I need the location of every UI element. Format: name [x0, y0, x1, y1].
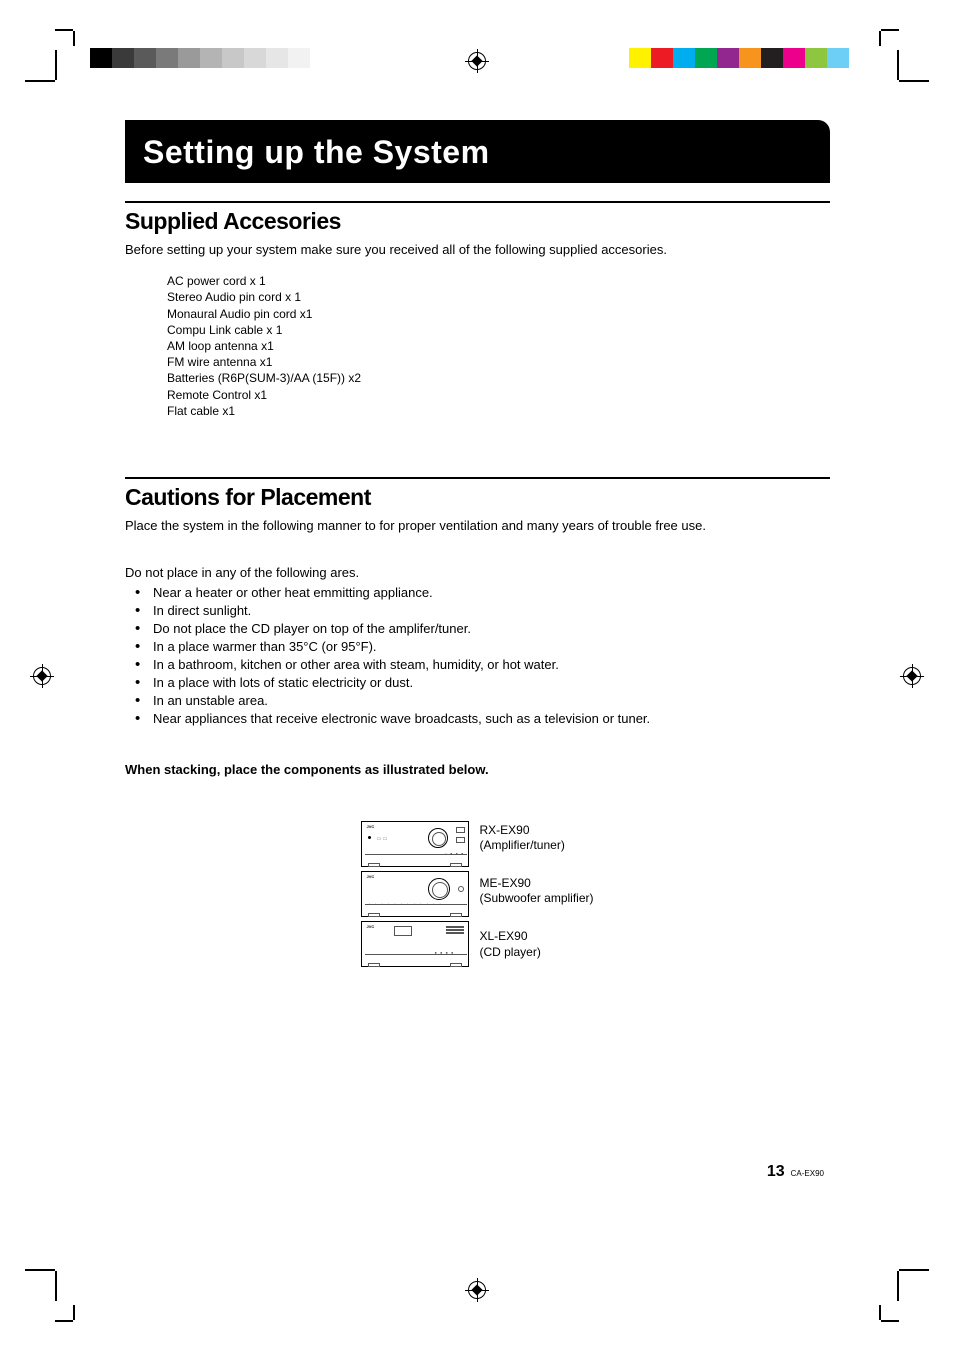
caution-bullet: In a place warmer than 35°C (or 95°F). — [125, 638, 830, 656]
page-content: Setting up the System Supplied Accesorie… — [125, 120, 830, 982]
swatch — [783, 48, 805, 68]
cautions-bullet-list: Near a heater or other heat emmitting ap… — [125, 584, 830, 728]
component-labels: RX-EX90(Amplifier/tuner) ME-EX90(Subwoofe… — [479, 821, 593, 983]
swatch — [112, 48, 134, 68]
accessory-item: Remote Control x1 — [167, 387, 830, 403]
swatch — [827, 48, 849, 68]
amplifier-tuner-icon: JVC ▭ ▭ ○ ● ● ● — [361, 821, 469, 867]
swatch — [673, 48, 695, 68]
section-rule — [125, 201, 830, 203]
accessory-item: AC power cord x 1 — [167, 273, 830, 289]
stacking-note: When stacking, place the components as i… — [125, 762, 830, 777]
cautions-intro: Place the system in the following manner… — [125, 517, 830, 535]
accessories-list: AC power cord x 1Stereo Audio pin cord x… — [167, 273, 830, 419]
accessory-item: Batteries (R6P(SUM-3)/AA (15F)) x2 — [167, 370, 830, 386]
swatch — [629, 48, 651, 68]
chapter-title: Setting up the System — [125, 120, 830, 183]
crop-mark — [55, 29, 73, 31]
component-description: (Subwoofer amplifier) — [479, 891, 593, 907]
page-footer: 13 CA-EX90 — [767, 1163, 824, 1181]
component-model: RX-EX90 — [479, 823, 593, 839]
caution-bullet: In direct sunlight. — [125, 602, 830, 620]
component-description: (Amplifier/tuner) — [479, 838, 593, 854]
color-bar — [629, 48, 849, 68]
swatch — [717, 48, 739, 68]
swatch — [266, 48, 288, 68]
swatch — [805, 48, 827, 68]
page-number: 13 — [767, 1163, 785, 1181]
caution-bullet: In a place with lots of static electrici… — [125, 674, 830, 692]
crop-mark — [55, 50, 57, 80]
registration-mark-icon — [900, 664, 924, 688]
swatch — [178, 48, 200, 68]
accessory-item: Stereo Audio pin cord x 1 — [167, 289, 830, 305]
stacking-diagram: JVC ▭ ▭ ○ ● ● ● JVC · · · — [125, 821, 830, 983]
caution-bullet: In a bathroom, kitchen or other area wit… — [125, 656, 830, 674]
caution-bullet: Near appliances that receive electronic … — [125, 710, 830, 728]
component-model: ME-EX90 — [479, 876, 593, 892]
accessory-item: Monaural Audio pin cord x1 — [167, 306, 830, 322]
crop-mark — [899, 1269, 929, 1271]
component-label: RX-EX90(Amplifier/tuner) — [479, 823, 593, 854]
cautions-subintro: Do not place in any of the following are… — [125, 565, 830, 580]
swatch — [761, 48, 783, 68]
component-label: ME-EX90(Subwoofer amplifier) — [479, 876, 593, 907]
accessories-intro: Before setting up your system make sure … — [125, 241, 830, 259]
crop-mark — [25, 80, 55, 82]
swatch — [651, 48, 673, 68]
caution-bullet: Near a heater or other heat emmitting ap… — [125, 584, 830, 602]
accessory-item: FM wire antenna x1 — [167, 354, 830, 370]
crop-mark — [879, 31, 881, 46]
caution-bullet: In an unstable area. — [125, 692, 830, 710]
swatch — [695, 48, 717, 68]
swatch — [244, 48, 266, 68]
crop-mark — [25, 1269, 55, 1271]
crop-mark — [73, 1305, 75, 1320]
registration-mark-icon — [30, 664, 54, 688]
swatch — [134, 48, 156, 68]
registration-mark-icon — [465, 1278, 489, 1302]
crop-mark — [55, 1271, 57, 1301]
crop-mark — [73, 31, 75, 46]
crop-mark — [879, 1305, 881, 1320]
component-label: XL-EX90(CD player) — [479, 929, 593, 960]
accessory-item: Flat cable x1 — [167, 403, 830, 419]
swatch — [222, 48, 244, 68]
section-heading-accessories: Supplied Accesories — [125, 208, 830, 235]
crop-mark — [881, 29, 899, 31]
section-rule — [125, 477, 830, 479]
grayscale-bar — [90, 48, 310, 68]
crop-mark — [881, 1320, 899, 1322]
section-heading-cautions: Cautions for Placement — [125, 484, 830, 511]
cd-player-icon: JVC ● ● ● ● — [361, 921, 469, 967]
swatch — [156, 48, 178, 68]
component-model: XL-EX90 — [479, 929, 593, 945]
doc-id: CA-EX90 — [791, 1169, 824, 1178]
swatch — [90, 48, 112, 68]
accessory-item: Compu Link cable x 1 — [167, 322, 830, 338]
accessory-item: AM loop antenna x1 — [167, 338, 830, 354]
swatch — [288, 48, 310, 68]
crop-mark — [897, 50, 899, 80]
registration-mark-icon — [465, 49, 489, 73]
subwoofer-amplifier-icon: JVC · · · · · · · · · · · · — [361, 871, 469, 917]
swatch — [200, 48, 222, 68]
component-stack-illustration: JVC ▭ ▭ ○ ● ● ● JVC · · · — [361, 821, 469, 971]
component-description: (CD player) — [479, 945, 593, 961]
caution-bullet: Do not place the CD player on top of the… — [125, 620, 830, 638]
crop-mark — [55, 1320, 73, 1322]
crop-mark — [899, 80, 929, 82]
crop-mark — [897, 1271, 899, 1301]
swatch — [739, 48, 761, 68]
